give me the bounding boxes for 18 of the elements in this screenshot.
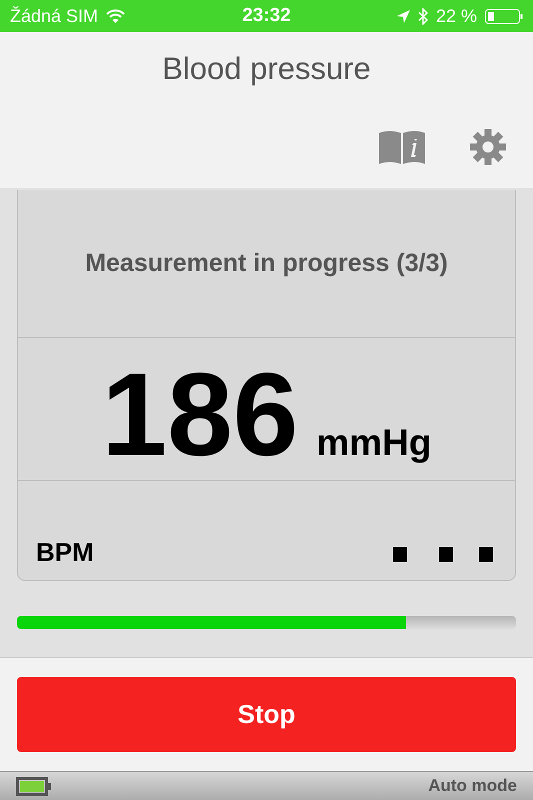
stop-button[interactable]: Stop bbox=[17, 677, 516, 752]
pressure-unit: mmHg bbox=[316, 422, 432, 464]
battery-percent: 22 % bbox=[436, 6, 477, 26]
measurement-status: Measurement in progress (3/3) bbox=[85, 249, 448, 278]
battery-icon bbox=[484, 8, 523, 24]
settings-icon[interactable] bbox=[469, 128, 507, 166]
carrier-name: Žádná SIM bbox=[10, 6, 98, 26]
wifi-icon bbox=[106, 9, 126, 23]
bluetooth-icon bbox=[418, 8, 428, 24]
clock: 23:32 bbox=[242, 5, 291, 27]
pressure-value: 186 bbox=[101, 356, 298, 474]
mode-label: Auto mode bbox=[428, 776, 517, 796]
page-title: Blood pressure bbox=[162, 50, 371, 86]
device-battery-icon bbox=[16, 776, 52, 796]
loading-dots-icon bbox=[393, 547, 493, 562]
pulse-label: BPM bbox=[36, 537, 94, 568]
location-arrow-icon bbox=[396, 10, 410, 22]
book-info-icon[interactable] bbox=[377, 128, 427, 164]
